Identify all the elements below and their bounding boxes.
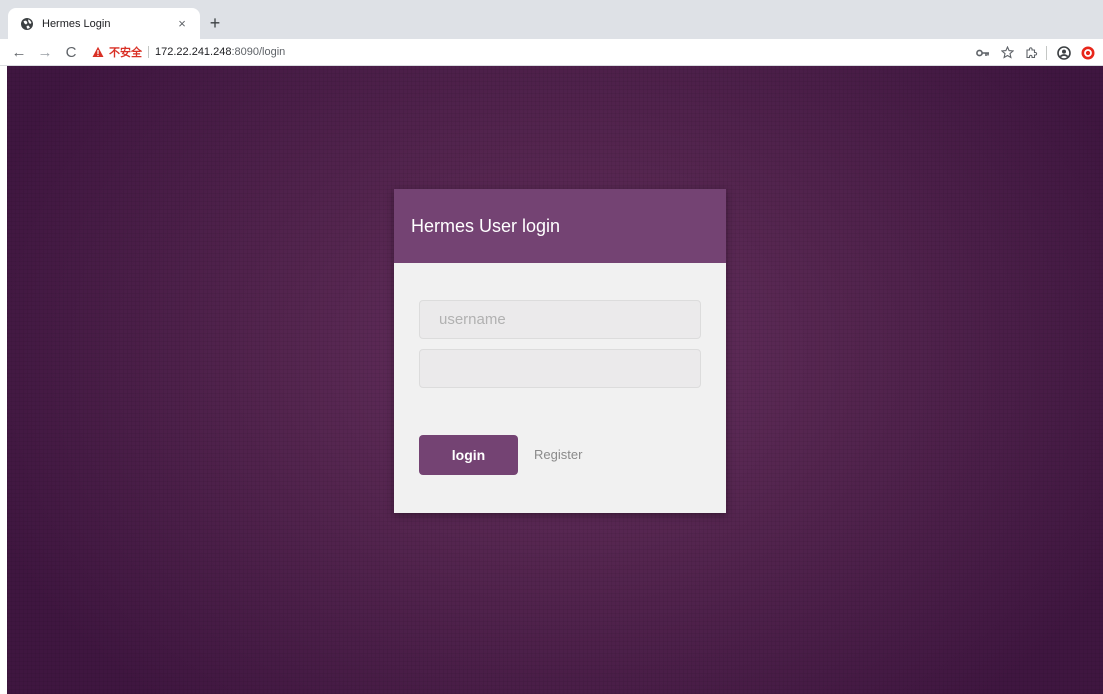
back-button[interactable]: ← [8, 41, 30, 63]
register-link[interactable]: Register [534, 447, 582, 462]
reload-button[interactable]: C [60, 41, 82, 63]
toolbar-actions [970, 39, 1099, 66]
login-title: Hermes User login [411, 215, 561, 236]
address-bar[interactable]: 不安全 172.22.241.248:8090/login [92, 41, 285, 63]
password-input[interactable] [419, 349, 701, 388]
url-host: 172.22.241.248 [155, 46, 232, 58]
extension-icon[interactable] [1020, 42, 1042, 64]
forward-button[interactable]: → [34, 41, 56, 63]
url-path: :8090/login [231, 46, 286, 58]
page-background: Hermes User login login Register [7, 66, 1103, 694]
key-icon[interactable] [972, 42, 994, 64]
username-input[interactable] [419, 300, 701, 339]
toolbar-divider [1046, 45, 1047, 60]
warning-icon [92, 46, 104, 58]
new-tab-button[interactable]: + [204, 12, 226, 34]
login-form: login Register [394, 263, 726, 513]
browser-toolbar: ← → C 不安全 172.22.241.248:8090/login [0, 39, 1103, 66]
globe-icon [20, 17, 34, 31]
star-icon[interactable] [996, 42, 1018, 64]
omnibox-divider [148, 46, 149, 58]
profile-icon[interactable] [1053, 42, 1075, 64]
not-secure-label[interactable]: 不安全 [109, 44, 142, 60]
login-card-header: Hermes User login [394, 189, 726, 263]
tab-strip: Hermes Login × + [0, 0, 1103, 39]
tab-title: Hermes Login [42, 17, 111, 30]
close-icon[interactable]: × [174, 16, 190, 32]
login-button[interactable]: login [419, 435, 518, 475]
login-card: Hermes User login login Register [394, 189, 726, 513]
browser-tab[interactable]: Hermes Login × [8, 8, 200, 39]
extension-red-icon[interactable] [1077, 42, 1099, 64]
